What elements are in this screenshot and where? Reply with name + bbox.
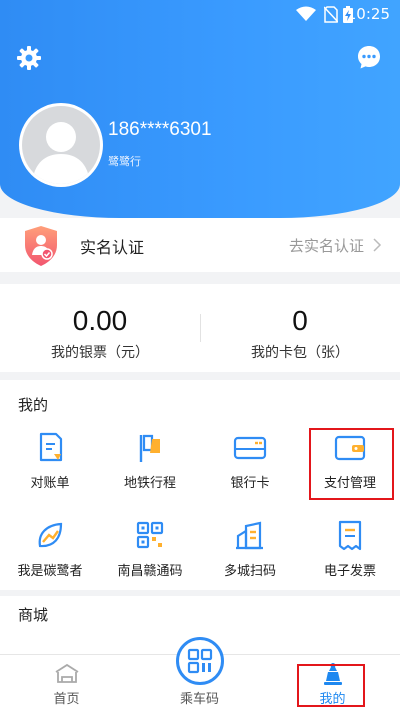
grid-item-multi-city-scan[interactable]: 多城扫码 — [200, 520, 300, 596]
nav-home[interactable]: 首页 — [0, 655, 133, 710]
grid-item-e-invoice[interactable]: 电子发票 — [300, 520, 400, 596]
status-bar: 10:25 — [0, 0, 400, 28]
home-icon — [55, 663, 79, 683]
chevron-right-icon — [373, 238, 382, 252]
highlight-box-mine — [297, 664, 365, 707]
invoice-icon — [338, 520, 362, 551]
grid-item-statement[interactable]: 对账单 — [0, 432, 100, 508]
grid-item-gantong-code[interactable]: 南昌赣通码 — [100, 520, 200, 596]
nav-label: 乘车码 — [179, 692, 219, 707]
grid-label: 南昌赣通码 — [117, 564, 183, 579]
shield-user-icon — [25, 226, 57, 266]
app-name: 鹭鹭行 — [108, 155, 141, 168]
grid-label: 电子发票 — [323, 564, 376, 579]
mine-section-title: 我的 — [18, 396, 49, 414]
real-name-title: 实名认证 — [80, 238, 145, 257]
bank-card-icon — [233, 436, 267, 460]
nav-label: 首页 — [53, 692, 80, 707]
settings-gear-icon[interactable] — [16, 45, 42, 71]
grid-item-bank-card[interactable]: 银行卡 — [200, 432, 300, 508]
profile-header: 10:25 186****6301 鹭鹭行 — [0, 0, 400, 218]
city-buildings-icon — [236, 521, 263, 550]
ride-code-button[interactable] — [176, 637, 224, 685]
metro-flag-icon — [139, 434, 160, 462]
silver-ticket-value: 0.00 — [72, 305, 128, 336]
grid-item-carbon[interactable]: 我是碳鹭者 — [0, 520, 100, 596]
go-verify-link[interactable]: 去实名认证 — [289, 235, 364, 256]
silver-ticket-stat[interactable]: 0.00 我的银票（元） — [0, 284, 200, 372]
grid-label: 我是碳鹭者 — [17, 564, 83, 579]
wallet-stats: 0.00 我的银票（元） 0 我的卡包（张） — [0, 284, 400, 372]
ride-code-icon — [187, 648, 213, 674]
sim-off-icon — [324, 6, 338, 23]
mine-section: 我的 对账单 地铁行程 银行卡 支付管理 我是碳鹭者 南昌赣通码 多城扫码 电子… — [0, 380, 400, 590]
real-name-row[interactable]: 实名认证 去实名认证 — [0, 218, 400, 272]
status-time: 10:25 — [346, 5, 390, 23]
grid-label: 对账单 — [30, 476, 70, 491]
user-phone: 186****6301 — [108, 119, 212, 140]
qr-code-icon — [136, 521, 164, 549]
grid-label: 多城扫码 — [223, 564, 276, 579]
bill-icon — [39, 432, 63, 462]
avatar[interactable] — [19, 103, 103, 187]
card-pack-label: 我的卡包（张） — [251, 345, 349, 361]
grid-label: 银行卡 — [230, 476, 270, 491]
mall-section-title: 商城 — [18, 606, 49, 624]
grid-label: 地铁行程 — [123, 476, 176, 491]
card-pack-value: 0 — [292, 305, 308, 336]
silver-ticket-label: 我的银票（元） — [51, 345, 149, 361]
highlight-box-payment — [309, 428, 394, 500]
card-pack-stat[interactable]: 0 我的卡包（张） — [200, 284, 400, 372]
message-icon[interactable] — [356, 44, 382, 70]
leaf-icon — [38, 522, 63, 548]
wifi-icon — [296, 6, 316, 21]
default-avatar-icon — [32, 122, 90, 184]
grid-item-metro-trips[interactable]: 地铁行程 — [100, 432, 200, 508]
